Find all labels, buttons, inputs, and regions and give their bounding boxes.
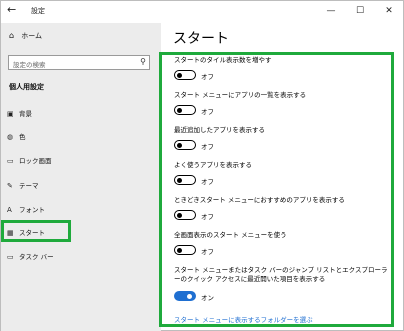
sidebar-item-background[interactable]: ▣ 背景 [7, 107, 32, 121]
sidebar: ⌂ ホーム 設定の検索 ⚲ 個人用設定 ▣ 背景 ◍ 色 ▭ ロック画面 ✎ テーマ A… [1, 23, 161, 331]
setting-label: スタート メニューまたはタスク バーのジャンプ リストとエクスプローラーのクイッ… [174, 266, 388, 283]
picture-icon: ▣ [7, 110, 14, 118]
toggle-more-tiles[interactable] [174, 70, 196, 80]
toggle-state: オン [201, 294, 214, 302]
palette-icon: ◍ [7, 133, 14, 141]
sidebar-item-label: フォント [19, 206, 45, 214]
window-title: 設定 [31, 7, 45, 15]
sidebar-item-label: 背景 [19, 110, 32, 118]
sidebar-item-color[interactable]: ◍ 色 [7, 130, 26, 144]
toggle-knob [177, 142, 182, 148]
setting-label: 全画面表示のスタート メニューを使う [174, 231, 287, 239]
sidebar-item-taskbar[interactable]: ▭ タスク バー [7, 250, 54, 264]
toggle-state: オフ [201, 248, 214, 256]
toggle-knob [177, 247, 182, 253]
toggle-recent-apps[interactable] [174, 140, 196, 150]
home-icon: ⌂ [9, 31, 15, 40]
sidebar-item-label: 色 [19, 133, 26, 141]
toggle-state: オフ [201, 143, 214, 151]
toggle-suggestions[interactable] [174, 210, 196, 220]
setting-label: よく使うアプリを表示する [174, 161, 252, 169]
setting-label: 最近追加したアプリを表示する [174, 126, 265, 134]
toggle-knob [187, 293, 192, 299]
sidebar-item-label: タスク バー [19, 253, 54, 261]
selected-item-highlight [1, 220, 71, 242]
toggle-state: オフ [201, 178, 214, 186]
setting-label: スタートのタイル表示数を増やす [174, 56, 272, 64]
toggle-state: オフ [201, 73, 214, 81]
toggle-state: オフ [201, 213, 214, 221]
toggle-knob [177, 72, 182, 78]
back-arrow-icon[interactable]: ← [7, 3, 16, 16]
home-label: ホーム [21, 32, 43, 40]
toggle-knob [177, 212, 182, 218]
taskbar-icon: ▭ [7, 253, 14, 261]
setting-label: スタート メニューにアプリの一覧を表示する [174, 91, 307, 99]
section-title: 個人用設定 [9, 83, 44, 91]
toggle-state: オフ [201, 108, 214, 116]
page-title: スタート [173, 31, 229, 47]
brush-icon: ✎ [7, 182, 13, 190]
settings-window: ← 設定 — ☐ ✕ ⌂ ホーム 設定の検索 ⚲ 個人用設定 ▣ 背景 ◍ 色 ▭ ロ… [0, 0, 404, 331]
lock-screen-icon: ▭ [7, 157, 14, 165]
toggle-knob [177, 177, 182, 183]
search-input[interactable]: 設定の検索 ⚲ [8, 55, 150, 70]
toggle-knob [177, 107, 182, 113]
setting-label: ときどきスタート メニューにおすすめのアプリを表示する [174, 196, 345, 204]
toggle-most-used[interactable] [174, 175, 196, 185]
sidebar-item-lock-screen[interactable]: ▭ ロック画面 [7, 154, 52, 168]
toggle-recent-items[interactable] [174, 291, 196, 301]
toggle-full-screen[interactable] [174, 245, 196, 255]
sidebar-item-theme[interactable]: ✎ テーマ [7, 179, 39, 193]
sidebar-item-label: テーマ [19, 182, 39, 190]
sidebar-item-label: ロック画面 [19, 157, 52, 165]
choose-folders-link[interactable]: スタート メニューに表示するフォルダーを選ぶ [174, 314, 313, 324]
search-icon: ⚲ [140, 57, 146, 66]
toggle-app-list[interactable] [174, 105, 196, 115]
sidebar-item-home[interactable]: ⌂ ホーム [9, 31, 42, 41]
font-icon: A [7, 206, 12, 214]
sidebar-item-font[interactable]: A フォント [7, 203, 45, 217]
search-placeholder: 設定の検索 [13, 61, 46, 69]
